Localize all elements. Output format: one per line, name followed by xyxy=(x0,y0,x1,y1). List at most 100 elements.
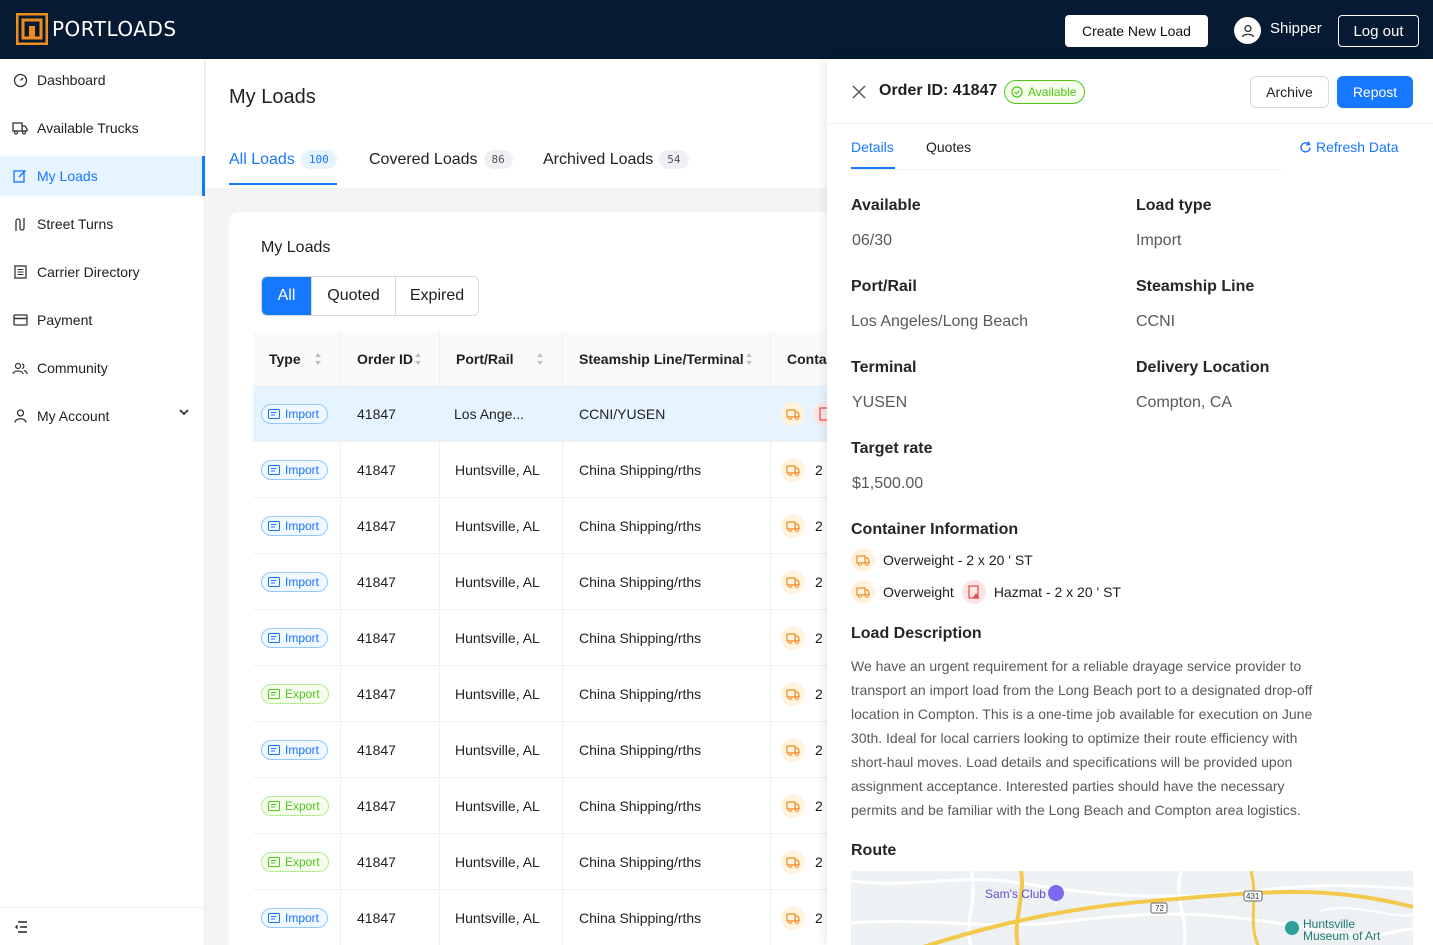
sort-icon[interactable] xyxy=(414,352,422,366)
column-header-steamship[interactable]: Steamship Line/Terminal xyxy=(579,332,769,386)
table-row[interactable]: Export 41847 Huntsville, AL China Shipping/… xyxy=(253,666,853,722)
refresh-data-button[interactable]: Refresh Data xyxy=(1299,139,1398,155)
order-id-cell: 41847 xyxy=(357,686,396,702)
user-menu[interactable]: Shipper xyxy=(1234,17,1322,44)
filter-all[interactable]: All xyxy=(262,277,312,315)
repost-button[interactable]: Repost xyxy=(1337,76,1413,108)
table-row[interactable]: Import 41847 Huntsville, AL China Shipping/… xyxy=(253,890,853,945)
sort-icon[interactable] xyxy=(536,352,544,366)
type-badge: Export xyxy=(261,796,329,816)
tab-quotes[interactable]: Quotes xyxy=(926,139,971,155)
load-description-title: Load Description xyxy=(851,625,982,642)
column-header-type[interactable]: Type xyxy=(269,332,339,386)
column-label: Type xyxy=(269,351,301,367)
table-row[interactable]: Import 41847 Los Ange... CCNI/YUSEN xyxy=(253,386,853,442)
table-row[interactable]: Import 41847 Huntsville, AL China Shipping/… xyxy=(253,554,853,610)
order-id-cell: 41847 xyxy=(357,518,396,534)
table-row[interactable]: Import 41847 Huntsville, AL China Shipping/… xyxy=(253,610,853,666)
container-cell: 2 xyxy=(781,442,823,498)
tab-covered-loads[interactable]: Covered Loads 86 xyxy=(369,150,513,169)
directory-icon xyxy=(12,264,28,280)
filter-quoted[interactable]: Quoted xyxy=(312,277,396,315)
chevron-down-icon[interactable] xyxy=(179,409,189,416)
container-count: 2 xyxy=(815,742,823,758)
sort-icon[interactable] xyxy=(745,352,753,366)
sidebar-item-carrier-directory[interactable]: Carrier Directory xyxy=(0,252,205,292)
type-cell: Import xyxy=(261,554,329,610)
overweight-icon xyxy=(781,514,805,538)
type-badge: Import xyxy=(261,628,329,648)
steamship-cell: China Shipping/rths xyxy=(579,742,702,758)
route-icon xyxy=(12,216,28,232)
overweight-icon xyxy=(781,458,805,482)
close-icon[interactable] xyxy=(852,85,866,99)
overweight-icon xyxy=(781,738,805,762)
type-badge: Import xyxy=(261,740,329,760)
column-header-order-id[interactable]: Order ID xyxy=(357,332,437,386)
container-text: Hazmat - 2 x 20 ' ST xyxy=(993,584,1121,600)
column-divider xyxy=(439,442,440,498)
sidebar-item-payment[interactable]: Payment xyxy=(0,300,205,340)
column-divider xyxy=(340,778,341,834)
sidebar-item-street-turns[interactable]: Street Turns xyxy=(0,204,205,244)
collapse-menu-icon[interactable] xyxy=(14,921,28,933)
table-header: Type Order ID Port/Rail Steamship Line/T… xyxy=(253,332,853,386)
sidebar-item-dashboard[interactable]: Dashboard xyxy=(0,60,205,100)
loads-card: My Loads All Quoted Expired Type Order I… xyxy=(229,212,853,945)
table-row[interactable]: Export 41847 Huntsville, AL China Shipping/… xyxy=(253,778,853,834)
steamship-cell: China Shipping/rths xyxy=(579,798,702,814)
map-label-sams: Sam's Club xyxy=(985,887,1046,901)
type-label: Import xyxy=(285,743,320,757)
filter-expired[interactable]: Expired xyxy=(396,277,478,315)
tab-bar-border xyxy=(851,169,1281,170)
order-id-cell: 41847 xyxy=(357,462,396,478)
sidebar-item-my-loads[interactable]: My Loads xyxy=(0,156,205,196)
type-badge: Import xyxy=(261,460,329,480)
route-map[interactable]: Sam's Club 72 431 Huntsville Museum of A… xyxy=(851,871,1413,945)
avatar xyxy=(1234,17,1261,44)
steamship-cell: China Shipping/rths xyxy=(579,910,702,926)
column-divider xyxy=(770,498,771,554)
sidebar-item-my-account[interactable]: My Account xyxy=(0,396,205,436)
container-count: 2 xyxy=(815,462,823,478)
route-title: Route xyxy=(851,842,897,859)
panel-header: Order ID: 41847 Available Archive Repost xyxy=(827,59,1433,124)
column-header-port-rail[interactable]: Port/Rail xyxy=(456,332,556,386)
sidebar-item-available-trucks[interactable]: Available Trucks xyxy=(0,108,205,148)
table-row[interactable]: Import 41847 Huntsville, AL China Shipping/… xyxy=(253,442,853,498)
logout-button[interactable]: Log out xyxy=(1338,15,1419,47)
column-divider xyxy=(770,386,771,442)
check-circle-icon xyxy=(1011,86,1023,98)
user-icon xyxy=(12,408,28,424)
column-divider xyxy=(439,554,440,610)
portloads-logo[interactable]: PORTLOADS xyxy=(16,13,177,45)
sort-icon[interactable] xyxy=(314,352,322,366)
archive-button[interactable]: Archive xyxy=(1250,76,1329,108)
type-badge: Import xyxy=(261,516,329,536)
table-row[interactable]: Import 41847 Huntsville, AL China Shipping/… xyxy=(253,722,853,778)
refresh-label: Refresh Data xyxy=(1316,139,1399,155)
type-label: Import xyxy=(285,519,320,533)
port-cell: Huntsville, AL xyxy=(455,910,540,926)
table-row[interactable]: Export 41847 Huntsville, AL China Shipping/… xyxy=(253,834,853,890)
sidebar-item-label: Payment xyxy=(37,312,93,328)
table-row[interactable]: Import 41847 Huntsville, AL China Shipping/… xyxy=(253,498,853,554)
column-divider xyxy=(770,442,771,498)
credit-card-icon xyxy=(12,312,28,328)
sidebar-item-label: Available Trucks xyxy=(37,120,139,136)
sidebar-item-community[interactable]: Community xyxy=(0,348,205,388)
main-header: My Loads All Loads 100 Covered Loads 86 … xyxy=(206,59,827,188)
create-new-load-button[interactable]: Create New Load xyxy=(1065,15,1208,47)
tab-label: Archived Loads xyxy=(543,150,654,168)
type-badge: Import xyxy=(261,908,329,928)
type-badge: Export xyxy=(261,852,329,872)
tab-all-loads[interactable]: All Loads 100 xyxy=(229,150,337,169)
container-count: 2 xyxy=(815,574,823,590)
load-detail-panel: Order ID: 41847 Available Archive Repost… xyxy=(827,59,1433,945)
tab-details[interactable]: Details xyxy=(851,139,894,155)
hazmat-icon xyxy=(961,580,986,604)
tab-archived-loads[interactable]: Archived Loads 54 xyxy=(543,150,689,169)
container-line-2: Overweight Hazmat - 2 x 20 ' ST xyxy=(851,580,1121,604)
steamship-cell: China Shipping/rths xyxy=(579,574,702,590)
page-title: My Loads xyxy=(229,86,316,108)
